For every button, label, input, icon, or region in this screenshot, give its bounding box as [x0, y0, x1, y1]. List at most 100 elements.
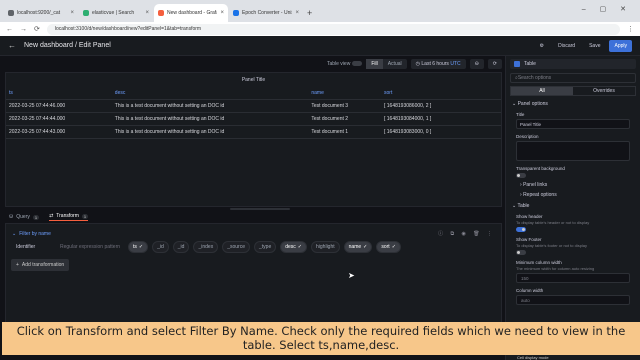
transform-action-icons[interactable]: ⓘ ⧉ ◉ 🗑 ⋮ — [438, 230, 495, 237]
tab-all[interactable]: All — [511, 87, 573, 95]
transform-title: Filter by name — [19, 230, 51, 237]
table-cell: 2022-03-25 07:44:43.000 — [6, 125, 112, 139]
add-transformation-label: Add transformation — [21, 262, 65, 268]
field-chip-label: _index — [198, 244, 214, 250]
field-chip[interactable]: _type — [254, 241, 277, 253]
panel-options-section[interactable]: ⌄ Panel options — [506, 96, 640, 107]
show-footer-switch[interactable] — [516, 250, 526, 255]
table-viz-icon — [514, 61, 520, 67]
panel-options-label: Panel options — [517, 101, 548, 107]
discard-button[interactable]: Discard — [553, 40, 580, 52]
check-icon: ✓ — [391, 244, 396, 250]
browser-tab-title: Epoch Converter - Unix Times — [242, 10, 292, 16]
query-tab-label: Query — [16, 214, 30, 220]
menu-dots-icon[interactable]: ⋮ — [627, 25, 634, 33]
options-search[interactable]: ⌕ Search options — [510, 73, 636, 83]
window-controls[interactable]: – ▢ ✕ — [582, 5, 632, 13]
field-chip[interactable]: ts ✓ — [128, 241, 149, 253]
settings-gear-icon[interactable]: ⚙ — [535, 40, 549, 52]
field-chip[interactable]: sort ✓ — [376, 241, 401, 253]
show-header-switch[interactable] — [516, 227, 526, 232]
table-cell: Test document 3 — [308, 99, 381, 113]
tab-query[interactable]: ⛁ Query 1 — [9, 214, 40, 220]
close-tab-icon[interactable]: × — [295, 10, 299, 16]
repeat-options-section[interactable]: › Repeat options — [506, 188, 640, 198]
column-width-input[interactable]: auto — [516, 295, 630, 305]
forward-nav-icon[interactable]: → — [20, 26, 27, 33]
table-cell: This is a test document without setting … — [111, 125, 309, 139]
collapse-chevron-icon[interactable]: ⌄ — [12, 231, 16, 237]
zoom-out-icon[interactable]: ⊖ — [469, 58, 484, 69]
browser-tab[interactable]: Epoch Converter - Unix Times× — [229, 4, 303, 22]
description-label: Description — [516, 134, 539, 139]
min-width-input[interactable]: 150 — [516, 273, 630, 283]
back-arrow-icon[interactable]: ← — [8, 41, 16, 50]
transparent-switch[interactable] — [516, 173, 526, 178]
column-header[interactable]: sort — [381, 87, 501, 100]
repeat-options-label: Repeat options — [523, 192, 557, 198]
column-header[interactable]: name — [308, 87, 381, 100]
show-footer-desc: To display table's footer or not to disp… — [516, 243, 588, 248]
table-cell: [ 1648193086000, 2 ] — [381, 99, 501, 113]
browser-tab[interactable]: New dashboard - Grafana× — [154, 4, 228, 22]
field-chip[interactable]: _index — [193, 241, 219, 253]
description-input[interactable] — [516, 141, 630, 161]
column-header[interactable]: ts — [6, 87, 112, 100]
save-button[interactable]: Save — [584, 40, 605, 52]
refresh-icon[interactable]: ⟳ — [487, 58, 502, 69]
title-label: Title — [516, 112, 525, 117]
table-section-label: Table — [517, 203, 530, 209]
tab-overrides[interactable]: Overrides — [573, 87, 635, 95]
table-section[interactable]: ⌄ Table — [506, 198, 640, 209]
visualization-picker[interactable]: Table — [510, 59, 636, 69]
field-chip[interactable]: desc ✓ — [280, 241, 307, 253]
reload-icon[interactable]: ⟳ — [34, 25, 40, 33]
tab-transform[interactable]: ⇄ Transform 1 — [49, 213, 89, 221]
table-cell: This is a test document without setting … — [111, 99, 309, 113]
close-tab-icon[interactable]: × — [70, 10, 74, 16]
field-chip-label: _source — [227, 244, 245, 250]
min-width-desc: The minimum width for column auto resizi… — [516, 266, 595, 271]
panel-links-section[interactable]: › Panel links — [506, 178, 640, 188]
actual-option[interactable]: Actual — [383, 59, 407, 69]
transform-header[interactable]: ⌄ Filter by name ⓘ ⧉ ◉ 🗑 ⋮ — [6, 224, 501, 238]
url-field[interactable]: localhost:3100/d/new/dashboard/new?editP… — [46, 23, 620, 35]
url-text: localhost:3100/d/new/dashboard/new?editP… — [54, 26, 202, 32]
table-cell: 2022-03-25 07:44:46.000 — [6, 99, 112, 113]
field-chip[interactable]: _id — [152, 241, 169, 253]
add-transformation-button[interactable]: + Add transformation — [11, 259, 70, 271]
show-header-label: Show header — [516, 214, 543, 219]
time-range-picker[interactable]: ◷ Last 6 hours UTC — [410, 58, 466, 69]
back-nav-icon[interactable]: ← — [6, 26, 13, 33]
browser-tab-title: localhost:9200/_cat — [17, 10, 61, 16]
database-icon: ⛁ — [9, 214, 14, 220]
field-chip[interactable]: name ✓ — [343, 241, 373, 253]
regex-input[interactable]: Regular expression pattern — [60, 244, 124, 250]
field-chip-label: _type — [259, 244, 272, 250]
check-icon: ✓ — [138, 244, 144, 250]
field-chip[interactable]: highlight — [311, 241, 340, 253]
field-chip[interactable]: _id — [172, 241, 190, 253]
apply-button[interactable]: Apply — [609, 39, 632, 52]
page-title: New dashboard / Edit Panel — [24, 42, 111, 49]
table-cell: Test document 1 — [308, 125, 381, 139]
field-chip[interactable]: _source — [222, 241, 250, 253]
min-width-value: 150 — [521, 275, 529, 281]
resize-handle[interactable] — [230, 208, 290, 210]
close-tab-icon[interactable]: × — [145, 10, 149, 16]
browser-tab-strip: localhost:9200/_cat × elasticvue | Search ×… — [0, 0, 640, 22]
table-cell: [ 1648193083000, 0 ] — [381, 125, 501, 139]
column-header[interactable]: desc — [111, 87, 309, 100]
fill-option[interactable]: Fill — [366, 58, 383, 69]
plus-icon: + — [16, 262, 19, 268]
table-view-toggle[interactable]: Table view — [327, 60, 363, 67]
browser-tab-title: elasticvue | Search — [92, 10, 135, 16]
title-input[interactable]: Panel Title — [516, 119, 630, 129]
new-tab-button[interactable]: + — [307, 8, 312, 18]
table-view-switch[interactable] — [352, 60, 363, 66]
field-chip-label: ts — [133, 244, 137, 250]
browser-tab[interactable]: localhost:9200/_cat × — [4, 4, 78, 22]
browser-tab[interactable]: elasticvue | Search × — [79, 4, 153, 22]
close-tab-icon[interactable]: × — [220, 10, 224, 16]
options-tabs: All Overrides — [510, 86, 636, 96]
